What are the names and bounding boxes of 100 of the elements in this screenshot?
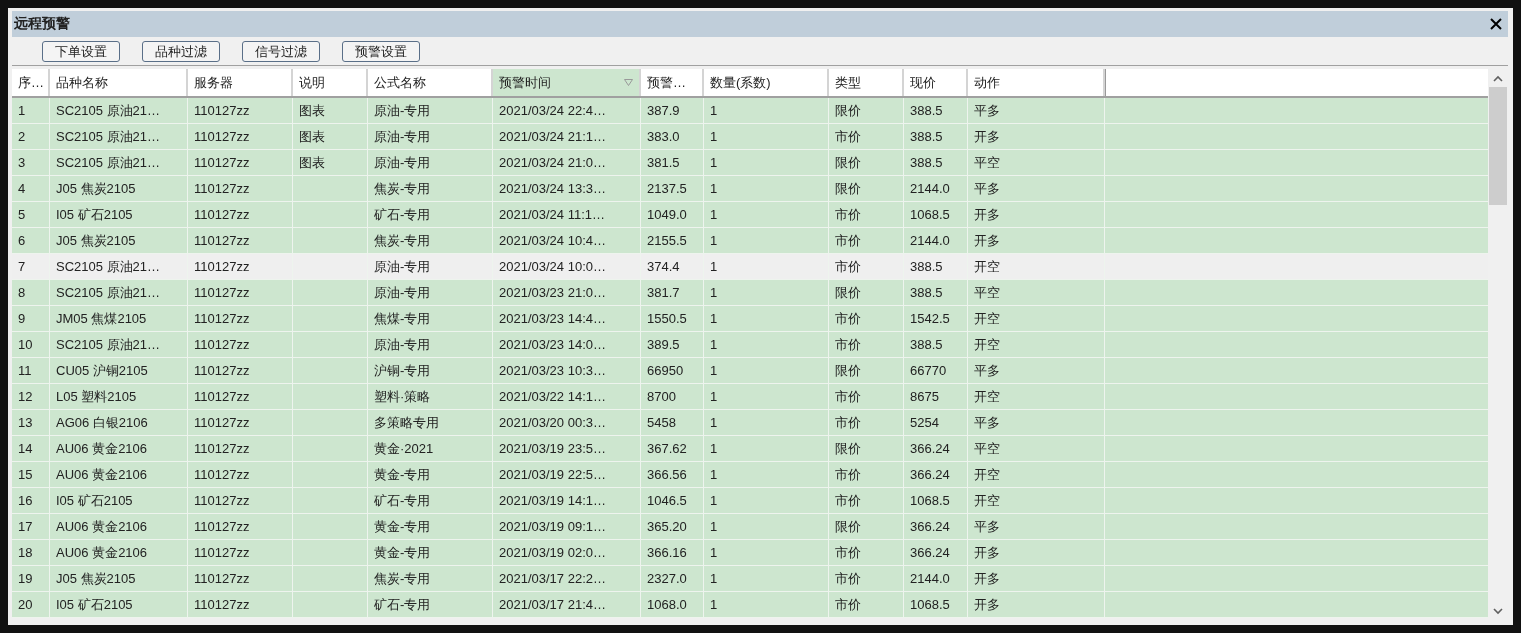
table-cell: 110127zz: [194, 311, 250, 326]
table-row[interactable]: 16 I05 矿石2105 110127zz 矿石-专用 2021/03/19 14:1… 1046.5 1 市价 1068.5 开空: [12, 488, 1488, 514]
table-cell: 4: [18, 181, 26, 196]
table-cell: 2021/03/19 22:5…: [499, 467, 606, 482]
table-cell: 2137.5: [647, 181, 687, 196]
table-cell: 389.5: [647, 337, 680, 352]
table-row[interactable]: 17 AU06 黄金2106 110127zz 黄金-专用 2021/03/19 09:1… 365.20 1 限价 366.24 平多: [12, 514, 1488, 540]
table-cell: 6: [18, 233, 26, 248]
toolbar-button[interactable]: 信号过滤: [242, 40, 320, 62]
scroll-thumb[interactable]: [1489, 87, 1507, 205]
table-cell: 开多: [974, 595, 1000, 614]
table-cell: 110127zz: [194, 181, 250, 196]
table-cell: 开空: [974, 257, 1000, 276]
table-cell: 110127zz: [194, 129, 250, 144]
table-cell: 1: [710, 493, 718, 508]
table-cell: 2144.0: [910, 233, 950, 248]
scroll-down-icon[interactable]: [1493, 606, 1503, 616]
column-header[interactable]: 预警时间: [493, 69, 641, 96]
table-cell: 2021/03/19 02:0…: [499, 545, 606, 560]
toolbar-button[interactable]: 预警设置: [342, 40, 420, 62]
table-row[interactable]: 12 L05 塑料2105 110127zz 塑料·策略 2021/03/22 14:1… 8700 1 市价 8675 开空: [12, 384, 1488, 410]
table-row[interactable]: 3 SC2105 原油21… 110127zz 图表 原油-专用 2021/03/24 21:0… 381.5 1 限价 388.5 平空: [12, 150, 1488, 176]
table-cell: 2: [18, 129, 26, 144]
table-cell: 367.62: [647, 441, 687, 456]
table-cell: 限价: [835, 283, 861, 302]
table-row[interactable]: 2 SC2105 原油21… 110127zz 图表 原油-专用 2021/03/24 21:1… 383.0 1 市价 388.5 开多: [12, 124, 1488, 150]
table-cell: 66950: [647, 363, 684, 378]
table-row[interactable]: 8 SC2105 原油21… 110127zz 原油-专用 2021/03/23 21:0… 381.7 1 限价 388.5 平空: [12, 280, 1488, 306]
table-cell: 388.5: [910, 103, 943, 118]
table-cell: 1: [710, 363, 718, 378]
table-cell: 限价: [835, 153, 861, 172]
table-row[interactable]: 15 AU06 黄金2106 110127zz 黄金-专用 2021/03/19 22:5… 366.56 1 市价 366.24 开空: [12, 462, 1488, 488]
table-cell: 开多: [974, 205, 1000, 224]
table-cell: 市价: [835, 387, 861, 406]
table-cell: 15: [18, 467, 33, 482]
table-cell: 沪铜-专用: [374, 361, 431, 380]
table-row[interactable]: 20 I05 矿石2105 110127zz 矿石-专用 2021/03/17 21:4… 1068.0 1 市价 1068.5 开多: [12, 592, 1488, 618]
toolbar-button[interactable]: 品种过滤: [142, 40, 220, 62]
close-button[interactable]: [1488, 16, 1504, 32]
table-cell: 1: [710, 259, 718, 274]
table-cell: 开空: [974, 491, 1000, 510]
table-cell: 1049.0: [647, 207, 687, 222]
table-row[interactable]: 13 AG06 白银2106 110127zz 多策略专用 2021/03/20 00:3… 5458 1 市价 5254 平多: [12, 410, 1488, 436]
table-row[interactable]: 18 AU06 黄金2106 110127zz 黄金-专用 2021/03/19 02:0… 366.16 1 市价 366.24 开多: [12, 540, 1488, 566]
table-cell: 2021/03/24 13:3…: [499, 181, 606, 196]
table-cell: I05 矿石2105: [56, 595, 133, 614]
table-cell: AG06 白银2106: [56, 413, 148, 432]
table-row[interactable]: 1 SC2105 原油21… 110127zz 图表 原油-专用 2021/03/24 22:4… 387.9 1 限价 388.5 平多: [12, 98, 1488, 124]
table-cell: 8700: [647, 389, 676, 404]
toolbar-button[interactable]: 下单设置: [42, 40, 120, 62]
table-cell: 110127zz: [194, 363, 250, 378]
table-cell: 1542.5: [910, 311, 950, 326]
table-cell: AU06 黄金2106: [56, 517, 148, 536]
table-row[interactable]: 14 AU06 黄金2106 110127zz 黄金·2021 2021/03/19 23:5… 367.62 1 限价 366.24 平空: [12, 436, 1488, 462]
table-cell: 2155.5: [647, 233, 687, 248]
table-cell: 2021/03/23 14:0…: [499, 337, 606, 352]
table-row[interactable]: 10 SC2105 原油21… 110127zz 原油-专用 2021/03/23 14:0… 389.5 1 市价 388.5 开空: [12, 332, 1488, 358]
table-cell: 8675: [910, 389, 939, 404]
table-cell: 黄金-专用: [374, 517, 431, 536]
table-cell: 110127zz: [194, 545, 250, 560]
scroll-up-icon[interactable]: [1493, 74, 1503, 84]
table-cell: 110127zz: [194, 103, 250, 118]
table-cell: 5254: [910, 415, 939, 430]
table-cell: 110127zz: [194, 441, 250, 456]
table-cell: 10: [18, 337, 33, 352]
table-cell: I05 矿石2105: [56, 205, 133, 224]
table-cell: 2021/03/17 21:4…: [499, 597, 606, 612]
table-cell: 平多: [974, 361, 1000, 380]
table-cell: 388.5: [910, 259, 943, 274]
table-cell: 1550.5: [647, 311, 687, 326]
table-cell: 1046.5: [647, 493, 687, 508]
table-cell: 110127zz: [194, 259, 250, 274]
table-cell: 1: [710, 415, 718, 430]
table-cell: 开多: [974, 231, 1000, 250]
table-row[interactable]: 7 SC2105 原油21… 110127zz 原油-专用 2021/03/24 10:0… 374.4 1 市价 388.5 开空: [12, 254, 1488, 280]
table-cell: 2021/03/17 22:2…: [499, 571, 606, 586]
table-row[interactable]: 11 CU05 沪铜2105 110127zz 沪铜-专用 2021/03/23 10:3… 66950 1 限价 66770 平多: [12, 358, 1488, 384]
table-cell: 原油-专用: [374, 283, 431, 302]
table-row[interactable]: 5 I05 矿石2105 110127zz 矿石-专用 2021/03/24 11:1… 1049.0 1 市价 1068.5 开多: [12, 202, 1488, 228]
table-cell: 平多: [974, 101, 1000, 120]
table-cell: 110127zz: [194, 337, 250, 352]
table-cell: 12: [18, 389, 33, 404]
table-cell: 388.5: [910, 129, 943, 144]
table-row[interactable]: 6 J05 焦炭2105 110127zz 焦炭-专用 2021/03/24 10:4… 2155.5 1 市价 2144.0 开多: [12, 228, 1488, 254]
table-cell: 原油-专用: [374, 127, 431, 146]
table-cell: 黄金·2021: [374, 439, 434, 458]
table-cell: 1: [710, 519, 718, 534]
table-row[interactable]: 4 J05 焦炭2105 110127zz 焦炭-专用 2021/03/24 13:3… 2137.5 1 限价 2144.0 平多: [12, 176, 1488, 202]
table-row[interactable]: 9 JM05 焦煤2105 110127zz 焦煤-专用 2021/03/23 14:4… 1550.5 1 市价 1542.5 开空: [12, 306, 1488, 332]
table-cell: 焦炭-专用: [374, 231, 431, 250]
table-cell: 8: [18, 285, 26, 300]
table-cell: 矿石-专用: [374, 595, 431, 614]
table-cell: 374.4: [647, 259, 680, 274]
table-cell: 1068.5: [910, 597, 950, 612]
table-cell: 市价: [835, 465, 861, 484]
table-row[interactable]: 19 J05 焦炭2105 110127zz 焦炭-专用 2021/03/17 22:2… 2327.0 1 市价 2144.0 开多: [12, 566, 1488, 592]
table-cell: 市价: [835, 491, 861, 510]
table-cell: 2021/03/24 22:4…: [499, 103, 606, 118]
table-cell: 2021/03/23 21:0…: [499, 285, 606, 300]
table-cell: 1: [710, 337, 718, 352]
